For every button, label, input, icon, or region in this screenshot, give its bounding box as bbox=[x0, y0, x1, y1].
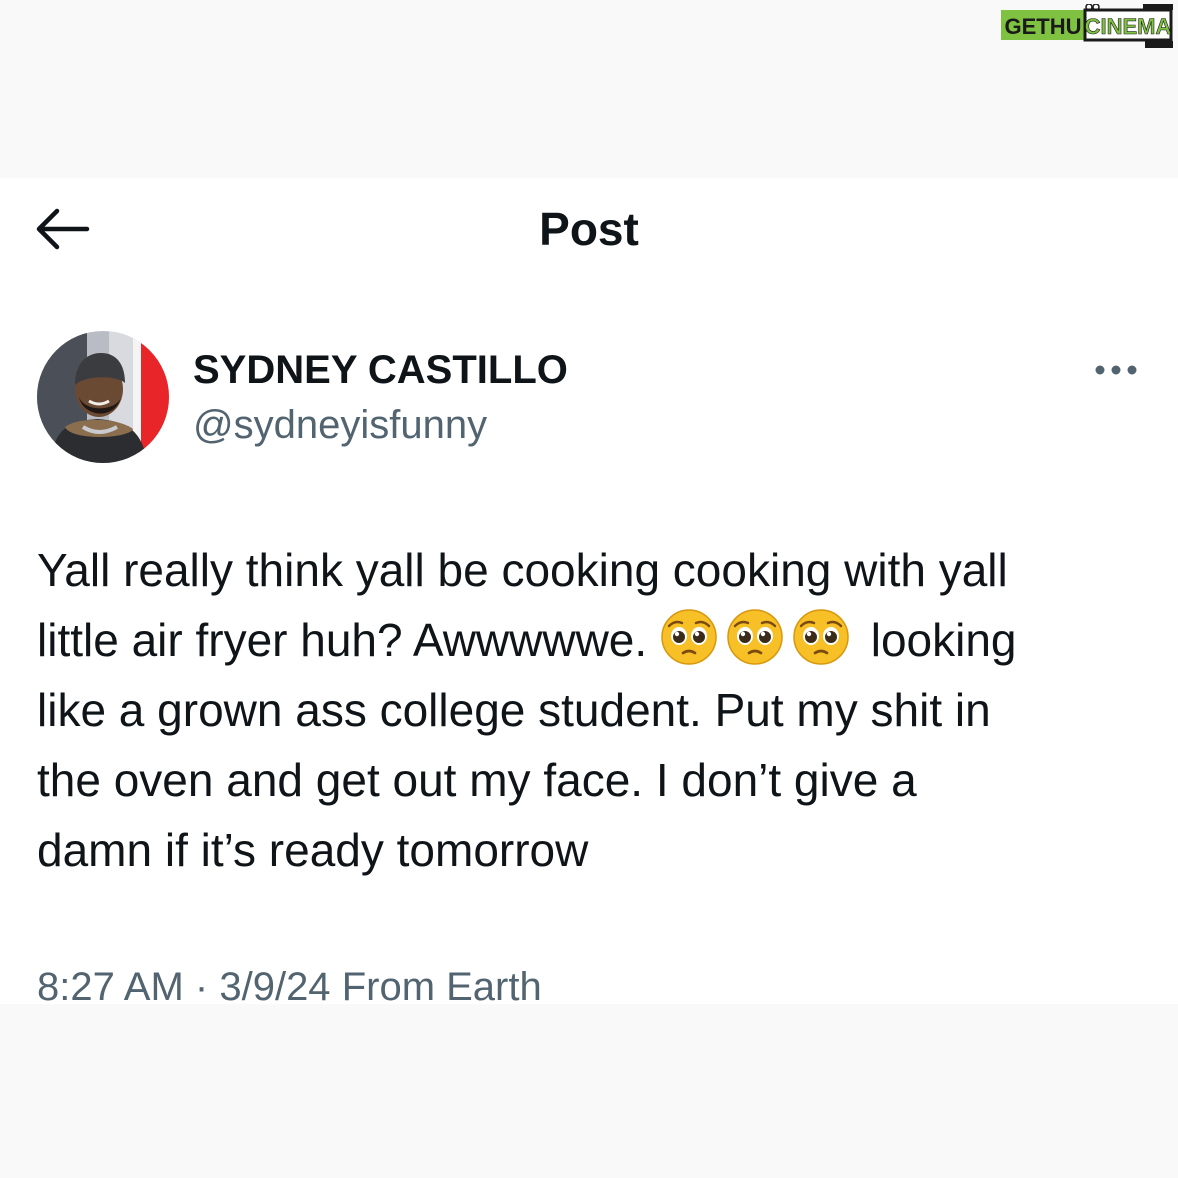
tweet-line-3: like a grown ass college student. Put my… bbox=[37, 684, 991, 736]
pleading-face-icon bbox=[726, 608, 784, 666]
tweet-line-1: Yall really think yall be cooking cookin… bbox=[37, 544, 1008, 596]
gethu-cinema-watermark: GETHU CINEMA bbox=[1001, 3, 1175, 48]
avatar[interactable] bbox=[37, 331, 169, 463]
tweet-line-2-end: looking bbox=[870, 614, 1017, 666]
post-metadata: 8:27 AM · 3/9/24 From Earth bbox=[37, 961, 542, 1013]
author-display-name[interactable]: SYDNEY CASTILLO bbox=[193, 345, 568, 395]
post-source: From Earth bbox=[341, 965, 542, 1009]
post-time[interactable]: 8:27 AM bbox=[37, 965, 184, 1009]
author-handle[interactable]: @sydneyisfunny bbox=[193, 400, 487, 450]
more-dots-icon bbox=[1095, 365, 1137, 375]
watermark-right-text: CINEMA bbox=[1085, 14, 1172, 39]
tweet-line-2: little air fryer huh? Awwwwwe. looking bbox=[37, 605, 1147, 675]
page-title: Post bbox=[539, 203, 639, 255]
pleading-face-icon bbox=[660, 608, 718, 666]
tweet-line-5: damn if it’s ready tomorrow bbox=[37, 824, 589, 876]
profile-photo-image bbox=[37, 331, 169, 463]
tweet-text: Yall really think yall be cooking cookin… bbox=[37, 535, 1147, 885]
meta-separator: · bbox=[194, 965, 209, 1009]
more-options-button[interactable] bbox=[1090, 357, 1142, 383]
pleading-face-icon bbox=[792, 608, 850, 666]
tweet-line-4: the oven and get out my face. I don’t gi… bbox=[37, 754, 917, 806]
post-date[interactable]: 3/9/24 bbox=[219, 965, 330, 1009]
tweet-line-2-start: little air fryer huh? Awwwwwe. bbox=[37, 614, 648, 666]
watermark-left-text: GETHU bbox=[1005, 14, 1082, 39]
